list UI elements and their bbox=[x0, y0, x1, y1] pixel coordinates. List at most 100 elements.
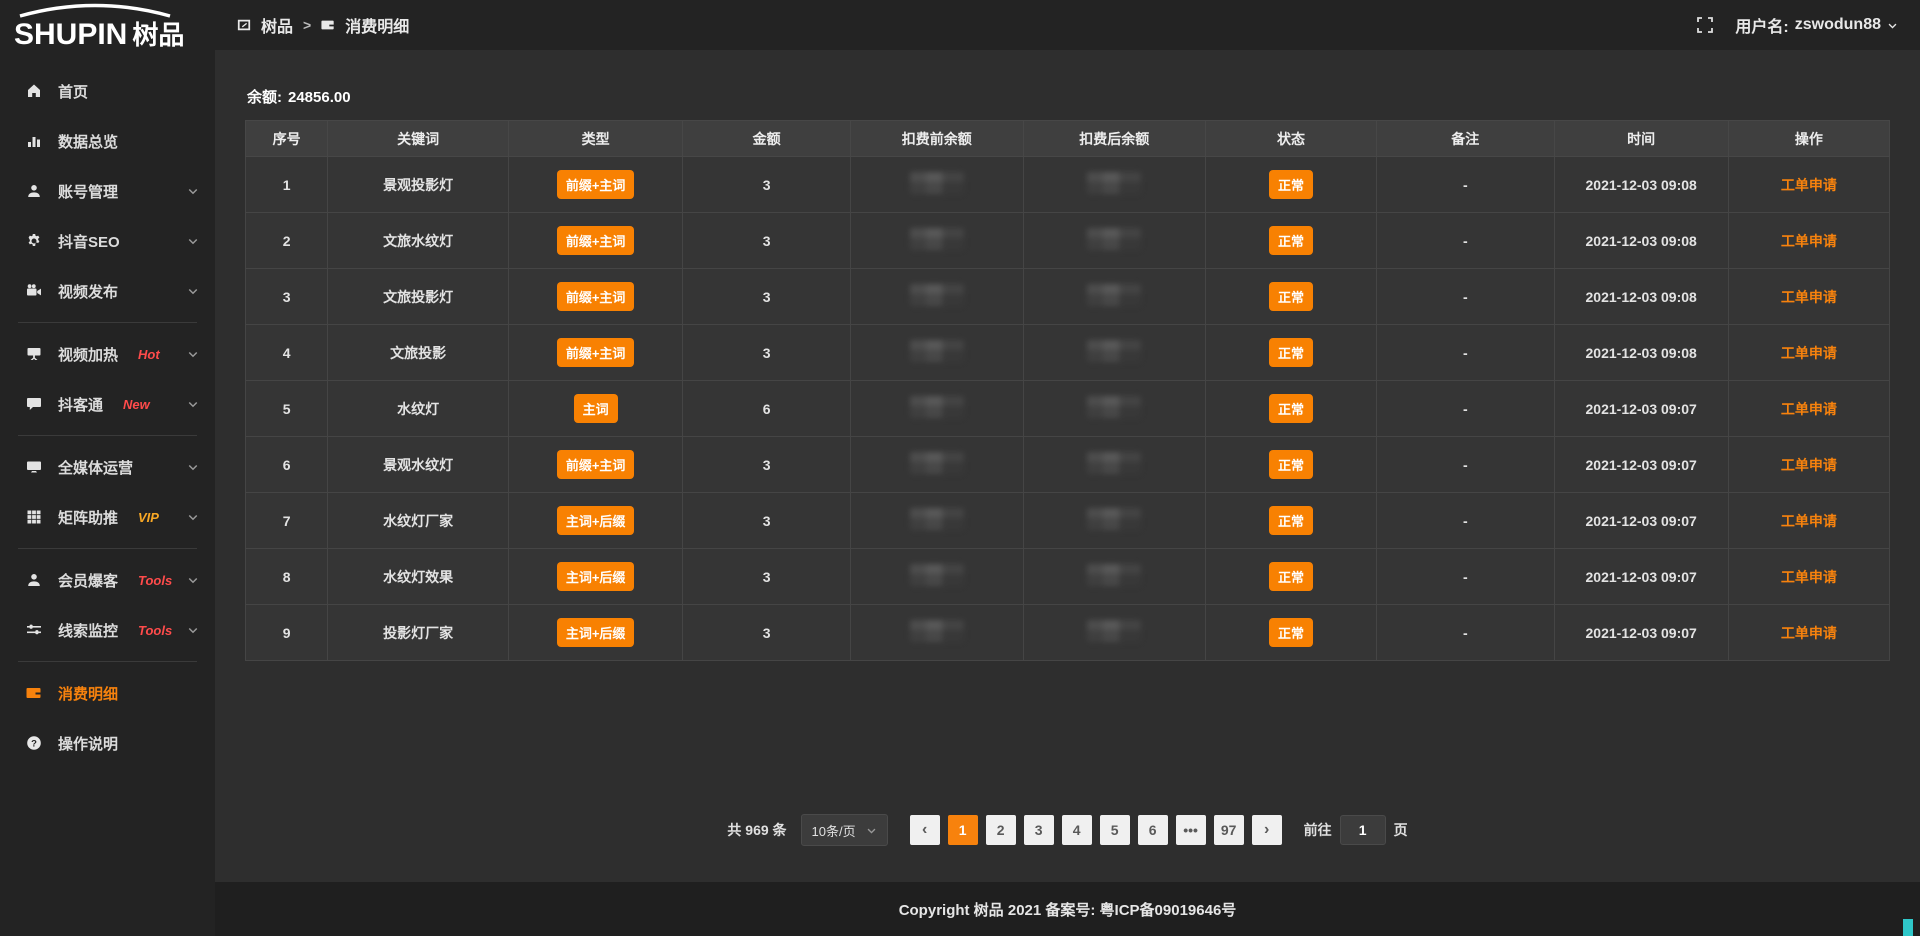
sidebar-item-home[interactable]: 首页 bbox=[0, 66, 215, 116]
breadcrumb-item-root[interactable]: 树品 bbox=[261, 13, 293, 37]
cell-action: 工单申请 bbox=[1728, 157, 1889, 213]
cell-time: 2021-12-03 09:07 bbox=[1554, 381, 1728, 437]
svg-text:?: ? bbox=[31, 738, 37, 749]
cell-time: 2021-12-03 09:08 bbox=[1554, 325, 1728, 381]
prev-page-button[interactable]: ‹ bbox=[910, 815, 940, 845]
sidebar-item-media-operation[interactable]: 全媒体运营 bbox=[0, 442, 215, 492]
blurred-value bbox=[910, 508, 964, 530]
main-content: 余额:24856.00 序号 关键词 类型 金额 扣费前余额 扣费后余额 状态 … bbox=[215, 50, 1920, 846]
next-page-button[interactable]: › bbox=[1252, 815, 1282, 845]
cell-keyword: 文旅水纹灯 bbox=[328, 213, 509, 269]
user-menu[interactable]: 用户名: zswodun88 bbox=[1735, 13, 1898, 37]
page-size-value: 10条/页 bbox=[812, 821, 856, 840]
wallet-icon bbox=[321, 18, 335, 32]
sidebar-item-matrix-boost[interactable]: 矩阵助推 VIP bbox=[0, 492, 215, 542]
page-size-select[interactable]: 10条/页 bbox=[801, 814, 888, 846]
sidebar-item-douyin-seo[interactable]: 抖音SEO bbox=[0, 216, 215, 266]
cell-action: 工单申请 bbox=[1728, 437, 1889, 493]
brand-cjk: 树品 bbox=[132, 20, 184, 50]
chevron-down-icon bbox=[187, 574, 199, 586]
work-order-link[interactable]: 工单申请 bbox=[1781, 625, 1837, 641]
cell-type: 主词+后缀 bbox=[509, 605, 683, 661]
cell-action: 工单申请 bbox=[1728, 493, 1889, 549]
cell-amount: 3 bbox=[683, 549, 851, 605]
sidebar-item-account-management[interactable]: 账号管理 bbox=[0, 166, 215, 216]
sidebar-item-douketong[interactable]: 抖客通 New bbox=[0, 379, 215, 429]
page-button-6[interactable]: 6 bbox=[1138, 815, 1168, 845]
work-order-link[interactable]: 工单申请 bbox=[1781, 513, 1837, 529]
balance-value: 24856.00 bbox=[288, 89, 351, 106]
floating-widget[interactable] bbox=[1903, 919, 1913, 936]
cell-keyword: 水纹灯厂家 bbox=[328, 493, 509, 549]
total-count: 共 969 条 bbox=[727, 820, 786, 840]
table-header-row: 序号 关键词 类型 金额 扣费前余额 扣费后余额 状态 备注 时间 操作 bbox=[246, 121, 1890, 157]
topbar: 树品 > 消费明细 用户名: zswodun88 bbox=[215, 0, 1920, 50]
cell-remark: - bbox=[1377, 213, 1555, 269]
sliders-icon bbox=[24, 622, 44, 638]
cell-remark: - bbox=[1377, 269, 1555, 325]
gear-icon bbox=[24, 233, 44, 249]
cell-remark: - bbox=[1377, 493, 1555, 549]
status-badge: 正常 bbox=[1269, 170, 1313, 199]
table-row: 8 水纹灯效果 主词+后缀 3 正常 - 2021-12-03 09:07 工单… bbox=[246, 549, 1890, 605]
cell-status: 正常 bbox=[1206, 381, 1377, 437]
cell-remark: - bbox=[1377, 325, 1555, 381]
fullscreen-icon[interactable] bbox=[1697, 17, 1713, 33]
cell-keyword: 景观投影灯 bbox=[328, 157, 509, 213]
work-order-link[interactable]: 工单申请 bbox=[1781, 177, 1837, 193]
sidebar-item-consumption-detail[interactable]: 消费明细 bbox=[0, 668, 215, 718]
cell-keyword: 文旅投影 bbox=[328, 325, 509, 381]
menu-divider bbox=[18, 322, 197, 323]
blurred-value bbox=[1087, 172, 1141, 194]
type-badge: 主词+后缀 bbox=[557, 618, 635, 647]
work-order-link[interactable]: 工单申请 bbox=[1781, 233, 1837, 249]
table-row: 4 文旅投影 前缀+主词 3 正常 - 2021-12-03 09:08 工单申… bbox=[246, 325, 1890, 381]
goto-page-input[interactable] bbox=[1340, 815, 1386, 845]
brand-latin: SHUPIN bbox=[14, 18, 127, 51]
blurred-value bbox=[1087, 564, 1141, 586]
cell-type: 主词 bbox=[509, 381, 683, 437]
sidebar-item-video-heat[interactable]: 视频加热 Hot bbox=[0, 329, 215, 379]
page-button-3[interactable]: 3 bbox=[1024, 815, 1054, 845]
sidebar-item-label: 视频发布 bbox=[58, 281, 118, 302]
cell-status: 正常 bbox=[1206, 213, 1377, 269]
status-badge: 正常 bbox=[1269, 562, 1313, 591]
sidebar-item-video-publish[interactable]: 视频发布 bbox=[0, 266, 215, 316]
sidebar-item-member-burst[interactable]: 会员爆客 Tools bbox=[0, 555, 215, 605]
page-button-5[interactable]: 5 bbox=[1100, 815, 1130, 845]
work-order-link[interactable]: 工单申请 bbox=[1781, 345, 1837, 361]
goto-suffix: 页 bbox=[1394, 820, 1408, 840]
blurred-value bbox=[1087, 452, 1141, 474]
work-order-link[interactable]: 工单申请 bbox=[1781, 569, 1837, 585]
sidebar-item-label: 矩阵助推 bbox=[58, 507, 118, 528]
type-badge: 主词 bbox=[574, 394, 618, 423]
cell-status: 正常 bbox=[1206, 549, 1377, 605]
page-button-2[interactable]: 2 bbox=[986, 815, 1016, 845]
work-order-link[interactable]: 工单申请 bbox=[1781, 457, 1837, 473]
sidebar-item-lead-monitor[interactable]: 线索监控 Tools bbox=[0, 605, 215, 655]
page-button-4[interactable]: 4 bbox=[1062, 815, 1092, 845]
blurred-value bbox=[1087, 620, 1141, 642]
work-order-link[interactable]: 工单申请 bbox=[1781, 289, 1837, 305]
type-badge: 主词+后缀 bbox=[557, 506, 635, 535]
sidebar-item-label: 首页 bbox=[58, 81, 88, 102]
cell-time: 2021-12-03 09:07 bbox=[1554, 605, 1728, 661]
cell-index: 9 bbox=[246, 605, 328, 661]
page-ellipsis-button[interactable]: ••• bbox=[1176, 815, 1206, 845]
cell-keyword: 文旅投影灯 bbox=[328, 269, 509, 325]
work-order-link[interactable]: 工单申请 bbox=[1781, 401, 1837, 417]
col-remark: 备注 bbox=[1377, 121, 1555, 157]
sidebar-item-label: 账号管理 bbox=[58, 181, 118, 202]
cell-action: 工单申请 bbox=[1728, 605, 1889, 661]
page-button-1[interactable]: 1 bbox=[948, 815, 978, 845]
blurred-value bbox=[1087, 508, 1141, 530]
cell-keyword: 水纹灯 bbox=[328, 381, 509, 437]
chevron-down-icon bbox=[187, 624, 199, 636]
chevron-down-icon bbox=[1887, 20, 1898, 31]
page-button-97[interactable]: 97 bbox=[1214, 815, 1244, 845]
cell-amount: 6 bbox=[683, 381, 851, 437]
sidebar-item-instructions[interactable]: ? 操作说明 bbox=[0, 718, 215, 768]
status-badge: 正常 bbox=[1269, 226, 1313, 255]
col-time: 时间 bbox=[1554, 121, 1728, 157]
sidebar-item-data-overview[interactable]: 数据总览 bbox=[0, 116, 215, 166]
